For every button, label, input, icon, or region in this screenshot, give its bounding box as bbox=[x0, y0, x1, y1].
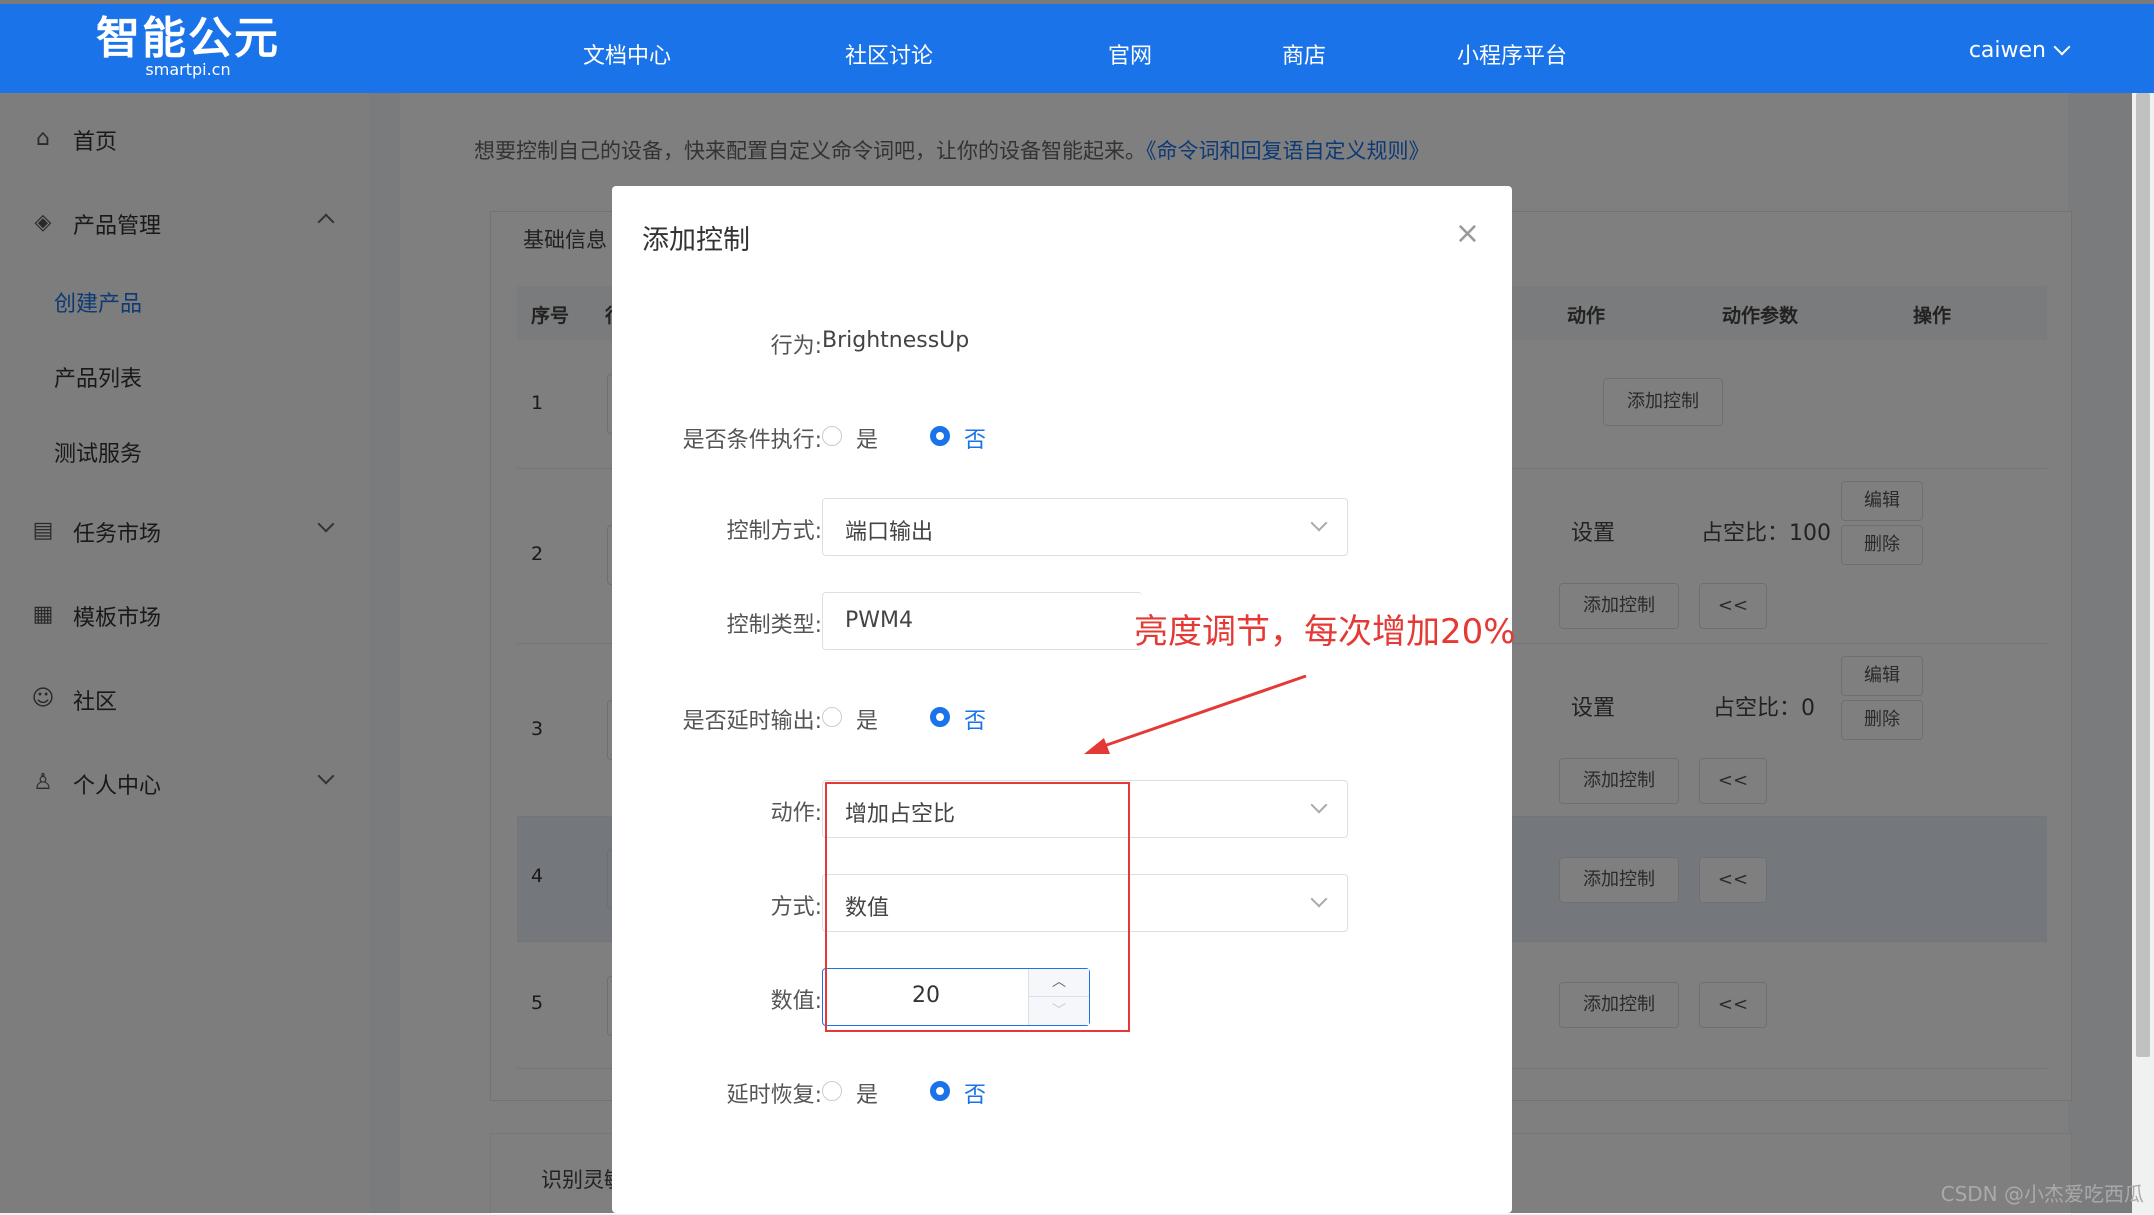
method-label: 方式: bbox=[770, 895, 822, 920]
control-mode-select[interactable]: 端口输出 bbox=[822, 498, 1348, 556]
dialog-title: 添加控制 bbox=[642, 225, 750, 256]
delay-restore-yes-label[interactable]: 是 bbox=[856, 1077, 878, 1109]
username: caiwen bbox=[1968, 38, 2046, 63]
conditional-yes-label[interactable]: 是 bbox=[856, 422, 878, 454]
annotation-highlight-box bbox=[825, 782, 1130, 1032]
control-type-value: PWM4 bbox=[845, 608, 913, 633]
user-menu[interactable]: caiwen bbox=[1968, 38, 2071, 63]
conditional-yes-radio[interactable] bbox=[822, 426, 842, 446]
logo-text: 智能公元 bbox=[96, 13, 280, 64]
chevron-down-icon bbox=[2053, 38, 2071, 56]
control-type-input[interactable]: PWM4 bbox=[822, 592, 1142, 650]
logo[interactable]: 智能公元 smartpi.cn bbox=[96, 14, 280, 78]
conditional-no-label[interactable]: 否 bbox=[964, 422, 986, 454]
nav-community[interactable]: 社区讨论 bbox=[845, 38, 933, 70]
conditional-no-radio[interactable] bbox=[930, 426, 950, 446]
close-icon[interactable]: × bbox=[1455, 216, 1480, 251]
delay-restore-label: 延时恢复: bbox=[726, 1083, 822, 1108]
annotation-arrow-icon bbox=[1084, 674, 1307, 754]
control-mode-value: 端口输出 bbox=[845, 520, 934, 545]
scrollbar-thumb[interactable] bbox=[2136, 93, 2150, 1057]
delay-restore-no-radio[interactable] bbox=[930, 1081, 950, 1101]
delay-output-yes-radio[interactable] bbox=[822, 707, 842, 727]
nav-store[interactable]: 商店 bbox=[1282, 38, 1326, 70]
value-label: 数值: bbox=[770, 989, 822, 1014]
delay-output-no-label[interactable]: 否 bbox=[964, 703, 986, 735]
add-control-dialog: 添加控制 × 行为: BrightnessUp 是否条件执行: 是 否 控制方式… bbox=[612, 186, 1512, 1213]
action-label: 动作: bbox=[770, 801, 822, 826]
behavior-label: 行为: bbox=[770, 334, 822, 359]
control-type-label: 控制类型: bbox=[726, 613, 822, 638]
conditional-label: 是否条件执行: bbox=[682, 428, 822, 453]
chevron-down-icon bbox=[1310, 796, 1328, 814]
annotation-text: 亮度调节，每次增加20% bbox=[1134, 612, 1516, 652]
nav-miniprogram[interactable]: 小程序平台 bbox=[1457, 38, 1567, 70]
logo-subtext: smartpi.cn bbox=[145, 60, 231, 79]
scrollbar[interactable] bbox=[2132, 93, 2154, 1213]
behavior-value: BrightnessUp bbox=[822, 328, 970, 353]
delay-output-yes-label[interactable]: 是 bbox=[856, 703, 878, 735]
nav-official-site[interactable]: 官网 bbox=[1108, 38, 1152, 70]
chevron-down-icon bbox=[1310, 514, 1328, 532]
top-navbar: 智能公元 smartpi.cn 文档中心 社区讨论 官网 商店 小程序平台 ca… bbox=[0, 0, 2154, 93]
delay-restore-yes-radio[interactable] bbox=[822, 1081, 842, 1101]
chevron-down-icon bbox=[1310, 890, 1328, 908]
nav-docs[interactable]: 文档中心 bbox=[583, 38, 671, 70]
delay-restore-no-label[interactable]: 否 bbox=[964, 1077, 986, 1109]
watermark: CSDN @小杰爱吃西瓜 bbox=[1940, 1182, 2144, 1206]
delay-output-label: 是否延时输出: bbox=[682, 709, 822, 734]
delay-output-no-radio[interactable] bbox=[930, 707, 950, 727]
control-mode-label: 控制方式: bbox=[726, 519, 822, 544]
